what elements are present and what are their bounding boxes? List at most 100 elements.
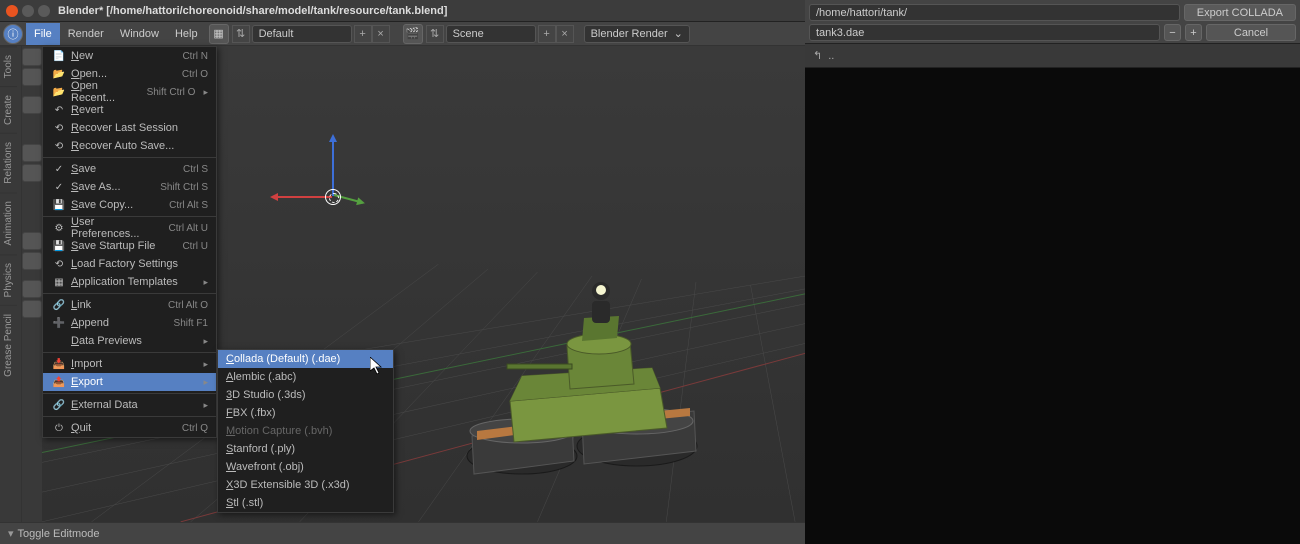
panel-button[interactable] — [22, 164, 42, 182]
cancel-button[interactable]: Cancel — [1206, 24, 1296, 41]
menu-item-label: Save Startup File — [71, 240, 166, 252]
hidden-panel-buttons — [22, 46, 42, 320]
menu-item-recover-auto-save-[interactable]: ⟲ Recover Auto Save... — [43, 137, 216, 155]
increment-button[interactable]: + — [1185, 24, 1202, 41]
tab-create[interactable]: Create — [0, 86, 17, 133]
render-engine-select[interactable]: Blender Render⌄ — [584, 25, 690, 43]
menu-item-load-factory-settings[interactable]: ⟲Load Factory Settings — [43, 255, 216, 273]
shortcut-label: Ctrl Alt S — [169, 200, 208, 211]
export-item-collada-default-dae-[interactable]: Collada (Default) (.dae) — [218, 350, 393, 368]
menu-item-label: New — [71, 50, 166, 62]
scene-remove-button[interactable]: × — [556, 25, 574, 43]
menu-item-icon: 📤 — [51, 375, 67, 389]
menu-item-label: External Data — [71, 399, 195, 411]
layout-browse-button[interactable]: ⇅ — [232, 25, 250, 43]
menu-item-user-preferences-[interactable]: ⚙User Preferences...Ctrl Alt U — [43, 219, 216, 237]
menu-item-data-previews[interactable]: Data Previews▸ — [43, 332, 216, 350]
menu-item-save-as-[interactable]: ✓Save As...Shift Ctrl S — [43, 178, 216, 196]
menu-item-icon: 📂 — [51, 85, 67, 99]
menu-item-quit[interactable]: ⏻QuitCtrl Q — [43, 419, 216, 437]
layout-select[interactable]: Default — [252, 25, 352, 43]
menu-item-open-recent-[interactable]: 📂Open Recent...Shift Ctrl O▸ — [43, 83, 216, 101]
menu-item-save-copy-[interactable]: 💾Save Copy...Ctrl Alt S — [43, 196, 216, 214]
disclosure-triangle-icon[interactable]: ▾ — [8, 527, 14, 540]
submenu-arrow-icon: ▸ — [203, 377, 208, 388]
shortcut-label: Ctrl U — [182, 241, 208, 252]
menu-item-append[interactable]: ➕AppendShift F1 — [43, 314, 216, 332]
export-item-label: Wavefront (.obj) — [226, 461, 385, 473]
tab-relations[interactable]: Relations — [0, 133, 17, 192]
export-item-3d-studio-3ds-[interactable]: 3D Studio (.3ds) — [218, 386, 393, 404]
menu-item-label: Recover Auto Save... — [71, 140, 208, 152]
menu-item-icon: ⟲ — [51, 139, 67, 153]
info-icon[interactable]: ⓘ — [3, 24, 23, 44]
export-item-label: Alembic (.abc) — [226, 371, 385, 383]
menu-item-icon: 💾 — [51, 198, 67, 212]
layout-remove-button[interactable]: × — [372, 25, 390, 43]
export-item-stl-stl-[interactable]: Stl (.stl) — [218, 494, 393, 512]
tab-animation[interactable]: Animation — [0, 192, 17, 253]
menu-item-application-templates[interactable]: ▦Application Templates▸ — [43, 273, 216, 291]
help-menu-button[interactable]: Help — [167, 23, 206, 45]
export-collada-button[interactable]: Export COLLADA — [1184, 4, 1296, 21]
tab-physics[interactable]: Physics — [0, 254, 17, 305]
export-item-stanford-ply-[interactable]: Stanford (.ply) — [218, 440, 393, 458]
menu-item-export[interactable]: 📤 Export ▸ — [43, 373, 216, 391]
tab-grease-pencil[interactable]: Grease Pencil — [0, 305, 17, 385]
export-item-x3d-extensible-3d-x3d-[interactable]: X3D Extensible 3D (.x3d) — [218, 476, 393, 494]
tab-tools[interactable]: Tools — [0, 46, 17, 86]
menu-item-import[interactable]: 📥Import▸ — [43, 355, 216, 373]
export-item-label: Motion Capture (.bvh) — [226, 425, 385, 437]
menu-item-save[interactable]: ✓SaveCtrl S — [43, 160, 216, 178]
menu-item-icon: ⏻ — [51, 421, 67, 435]
maximize-button[interactable] — [38, 5, 50, 17]
menu-item-new[interactable]: 📄NewCtrl N — [43, 47, 216, 65]
export-filename-field[interactable]: tank3.dae — [809, 24, 1160, 41]
menu-item-icon — [51, 334, 67, 348]
panel-button[interactable] — [22, 144, 42, 162]
scene-icon[interactable]: 🎬 — [403, 24, 423, 44]
panel-button[interactable] — [22, 68, 42, 86]
menu-item-label: Quit — [71, 422, 166, 434]
tank-mesh[interactable] — [462, 256, 702, 496]
menu-item-icon: ⟲ — [51, 121, 67, 135]
file-nav-parent[interactable]: ↰ .. — [805, 44, 1300, 68]
menu-item-label: Link — [71, 299, 152, 311]
menu-item-revert[interactable]: ↶Revert — [43, 101, 216, 119]
export-item-fbx-fbx-[interactable]: FBX (.fbx) — [218, 404, 393, 422]
layout-add-button[interactable]: + — [354, 25, 372, 43]
cursor-center-icon — [325, 189, 341, 205]
menu-item-save-startup-file[interactable]: 💾Save Startup FileCtrl U — [43, 237, 216, 255]
panel-button[interactable] — [22, 252, 42, 270]
menu-item-label: Open Recent... — [71, 80, 131, 104]
file-dropdown-menu: 📄NewCtrl N📂Open...Ctrl O📂Open Recent...S… — [42, 46, 217, 438]
export-item-wavefront-obj-[interactable]: Wavefront (.obj) — [218, 458, 393, 476]
panel-button[interactable] — [22, 280, 42, 298]
export-item-alembic-abc-[interactable]: Alembic (.abc) — [218, 368, 393, 386]
submenu-arrow-icon: ▸ — [203, 400, 208, 411]
export-path-field[interactable]: /home/hattori/tank/ — [809, 4, 1180, 21]
minimize-button[interactable] — [22, 5, 34, 17]
scene-add-button[interactable]: + — [538, 25, 556, 43]
panel-button[interactable] — [22, 300, 42, 318]
scene-browse-button[interactable]: ⇅ — [426, 25, 444, 43]
menu-item-label: Export — [71, 376, 195, 388]
x-axis-arrow — [272, 196, 332, 198]
panel-button[interactable] — [22, 232, 42, 250]
scene-select[interactable]: Scene — [446, 25, 536, 43]
menu-item-link[interactable]: 🔗LinkCtrl Alt O — [43, 296, 216, 314]
menu-item-icon: ↶ — [51, 103, 67, 117]
menu-item-recover-last-session[interactable]: ⟲Recover Last Session — [43, 119, 216, 137]
panel-button[interactable] — [22, 96, 42, 114]
close-button[interactable] — [6, 5, 18, 17]
panel-button[interactable] — [22, 48, 42, 66]
render-menu-button[interactable]: Render — [60, 23, 112, 45]
screen-layout-icon[interactable]: ▦ — [209, 24, 229, 44]
decrement-button[interactable]: − — [1164, 24, 1181, 41]
file-menu-button[interactable]: File — [26, 23, 60, 45]
menu-item-label: Import — [71, 358, 195, 370]
up-arrow-icon: ↰ — [813, 49, 822, 62]
menu-item-external-data[interactable]: 🔗External Data▸ — [43, 396, 216, 414]
window-menu-button[interactable]: Window — [112, 23, 167, 45]
menu-item-label: Data Previews — [71, 335, 195, 347]
